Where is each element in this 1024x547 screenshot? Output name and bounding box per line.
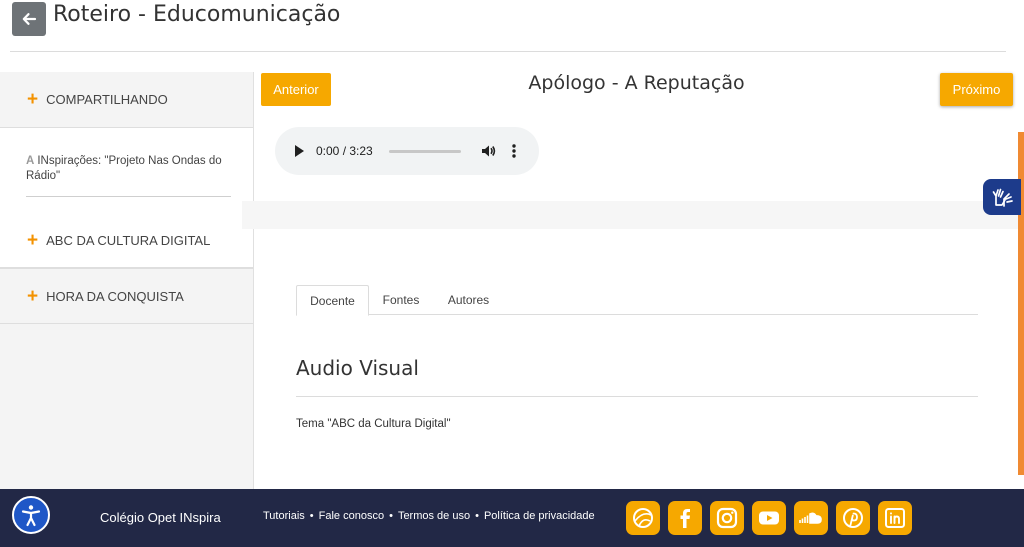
tab-autores[interactable]: Autores xyxy=(436,285,501,315)
footer-separator: • xyxy=(389,510,393,522)
footer-link-fale-conosco[interactable]: Fale conosco xyxy=(319,510,384,522)
footer-link-termos-de-uso[interactable]: Termos de uso xyxy=(398,510,470,522)
tab-fontes[interactable]: Fontes xyxy=(371,285,431,315)
footer-link-tutoriais[interactable]: Tutoriais xyxy=(263,510,305,522)
section-heading: Audio Visual xyxy=(296,356,419,380)
sign-language-widget[interactable] xyxy=(983,179,1021,215)
audio-progress-bar[interactable] xyxy=(389,150,461,153)
more-options-icon[interactable] xyxy=(511,143,517,159)
instagram-icon[interactable] xyxy=(710,501,744,535)
play-icon[interactable] xyxy=(295,145,304,157)
plus-icon: + xyxy=(27,285,39,307)
arrow-left-icon xyxy=(22,13,37,25)
footer-link-politica-de-privacidade[interactable]: Política de privacidade xyxy=(484,510,595,522)
accessibility-button[interactable] xyxy=(12,496,50,534)
tab-docente[interactable]: Docente xyxy=(296,285,369,316)
sidebar-item-label: COMPARTILHANDO xyxy=(46,92,168,107)
pinterest-icon[interactable] xyxy=(836,501,870,535)
sidebar-item-hora-da-conquista[interactable]: + HORA DA CONQUISTA xyxy=(0,269,253,324)
content-tabs: Docente Fontes Autores xyxy=(296,285,978,316)
article-icon: A xyxy=(26,155,35,167)
plus-icon: + xyxy=(27,89,39,110)
page-title: Roteiro - Educomunicação xyxy=(53,2,341,27)
sidebar-item-compartilhando[interactable]: + COMPARTILHANDO xyxy=(0,72,253,128)
audio-time: 0:00 / 3:23 xyxy=(316,144,373,158)
header-divider xyxy=(10,51,1006,52)
footer-separator: • xyxy=(309,510,314,522)
sidebar-item-abc-cultura-digital[interactable]: + ABC DA CULTURA DIGITAL xyxy=(0,213,253,269)
youtube-icon[interactable] xyxy=(752,501,786,535)
content-divider-band xyxy=(242,201,1018,229)
previous-button[interactable]: Anterior xyxy=(261,73,331,106)
footer-separator: • xyxy=(475,510,479,522)
sidebar: + COMPARTILHANDO A INspirações: "Projeto … xyxy=(0,72,254,490)
plus-icon: + xyxy=(27,230,39,251)
section-text: Tema "ABC da Cultura Digital" xyxy=(296,418,451,430)
back-button[interactable] xyxy=(12,2,46,36)
accessibility-person-icon xyxy=(21,505,41,527)
section-divider xyxy=(296,396,978,397)
top-bar: Roteiro - Educomunicação xyxy=(0,0,1024,52)
opet-ball-icon[interactable] xyxy=(626,501,660,535)
facebook-icon[interactable] xyxy=(668,501,702,535)
next-button[interactable]: Próximo xyxy=(940,73,1013,106)
footer-links: Tutoriais • Fale conosco • Termos de uso… xyxy=(263,510,595,522)
sidebar-item-label: HORA DA CONQUISTA xyxy=(46,288,184,304)
footer: Colégio Opet INspira Tutoriais • Fale co… xyxy=(0,489,1024,547)
audio-player: 0:00 / 3:23 xyxy=(275,127,539,175)
soundcloud-icon[interactable] xyxy=(794,501,828,535)
lesson-title: Apólogo - A Reputação xyxy=(528,72,745,94)
sidebar-item-label: ABC DA CULTURA DIGITAL xyxy=(46,233,211,248)
sidebar-subitem-label: INspirações: "Projeto Nas Ondas do Rádio… xyxy=(26,155,222,182)
volume-icon[interactable] xyxy=(480,143,496,159)
linkedin-icon[interactable] xyxy=(878,501,912,535)
sidebar-subitem-inspiracoes[interactable]: A INspirações: "Projeto Nas Ondas do Rádi… xyxy=(26,154,231,197)
footer-brand: Colégio Opet INspira xyxy=(100,510,221,525)
sign-language-hands-icon xyxy=(992,188,1013,207)
